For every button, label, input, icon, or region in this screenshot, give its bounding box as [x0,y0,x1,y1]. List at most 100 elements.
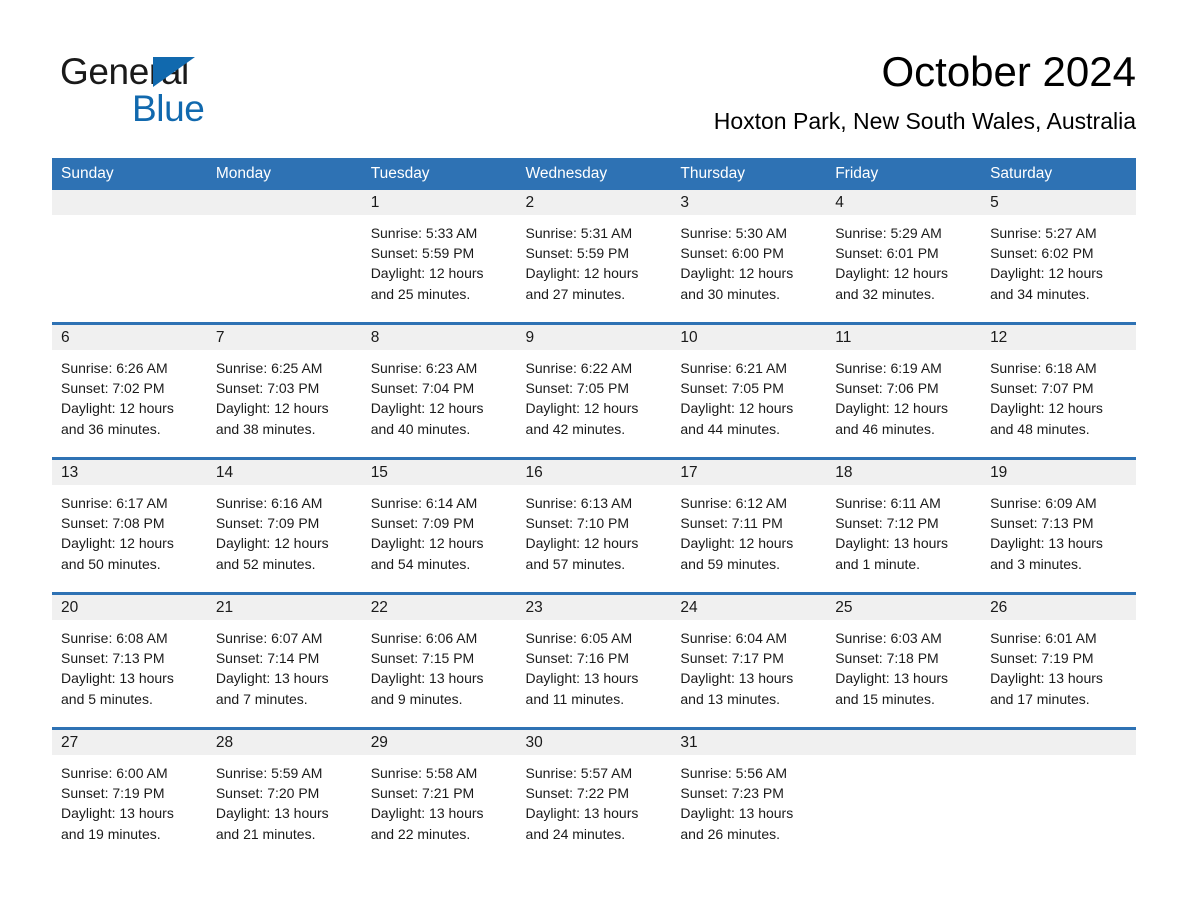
calendar-day-cell[interactable]: 10 Sunrise: 6:21 AM Sunset: 7:05 PM Dayligh… [671,322,827,459]
sunset-text: Sunset: 7:12 PM [835,515,939,532]
calendar-day-cell[interactable]: 5 Sunrise: 5:27 AM Sunset: 6:02 PM Daylight… [981,190,1136,324]
day-number: 21 [215,599,234,616]
day-details [52,215,207,223]
daylight-text-line1: Daylight: 12 hours [61,400,174,417]
day-number: 19 [990,464,1008,481]
sunset-text: Sunset: 7:19 PM [990,650,1094,667]
calendar-day-cell[interactable]: 26 Sunrise: 6:01 AM Sunset: 7:19 PM Dayligh… [981,592,1136,729]
calendar-page: General Blue October 2024 Hoxton Park, N… [0,0,1188,918]
daylight-text-line1: Daylight: 13 hours [215,670,329,687]
calendar-day-cell[interactable]: 7 Sunrise: 6:25 AM Sunset: 7:03 PM Daylight… [206,322,362,459]
calendar-day-cell[interactable]: 22 Sunrise: 6:06 AM Sunset: 7:15 PM Dayligh… [361,592,517,729]
calendar-day-cell[interactable]: 28 Sunrise: 5:59 AM Sunset: 7:20 PM Dayligh… [206,727,362,862]
calendar-day-cell[interactable]: 4 Sunrise: 5:29 AM Sunset: 6:01 PM Daylight… [826,190,982,324]
sunset-text: Sunset: 7:15 PM [370,650,475,667]
general-blue-logo[interactable]: General Blue [60,52,320,136]
day-number-band: 2 [516,190,672,215]
calendar-day-cell[interactable]: 17 Sunrise: 6:12 AM Sunset: 7:11 PM Dayligh… [671,457,827,594]
calendar-day-cell[interactable]: 16 Sunrise: 6:13 AM Sunset: 7:10 PM Dayligh… [516,457,672,594]
daylight-text-line2: and 5 minutes. [61,690,153,707]
day-details: Sunrise: 6:19 AM Sunset: 7:06 PM Daylight:… [826,350,981,439]
calendar-day-cell[interactable]: 27 Sunrise: 6:00 AM Sunset: 7:19 PM Dayligh… [52,727,207,862]
calendar-day-cell[interactable]: 23 Sunrise: 6:05 AM Sunset: 7:16 PM Dayligh… [516,592,672,729]
sunrise-text: Sunrise: 6:25 AM [215,360,323,376]
calendar-day-cell[interactable]: 18 Sunrise: 6:11 AM Sunset: 7:12 PM Dayligh… [826,457,982,594]
daylight-text-line2: and 21 minutes. [215,825,316,842]
daylight-text-line2: and 30 minutes. [680,285,780,302]
day-details: Sunrise: 6:13 AM Sunset: 7:10 PM Daylight:… [517,485,672,574]
calendar-day-cell[interactable]: 2 Sunrise: 5:31 AM Sunset: 5:59 PM Daylight… [516,190,672,324]
calendar-header-row: Sunday Monday Tuesday Wednesday Thursday Frid… [52,158,1136,190]
day-details: Sunrise: 6:01 AM Sunset: 7:19 PM Daylight:… [981,620,1136,709]
calendar-day-cell[interactable]: 21 Sunrise: 6:07 AM Sunset: 7:14 PM Dayligh… [206,592,362,729]
day-number-band: 3 [671,190,827,215]
day-number-band: 9 [516,325,672,350]
day-number-band: 10 [671,325,827,350]
daylight-text-line2: and 9 minutes. [370,690,463,707]
calendar-day-cell[interactable]: 1 Sunrise: 5:33 AM Sunset: 5:59 PM Daylight… [361,190,517,324]
calendar-day-cell[interactable]: 9 Sunrise: 6:22 AM Sunset: 7:05 PM Daylight… [516,322,672,459]
calendar-day-cell[interactable]: 15 Sunrise: 6:14 AM Sunset: 7:09 PM Dayligh… [361,457,517,594]
page-title: October 2024 [881,48,1136,95]
day-number-band: 31 [671,730,827,755]
sunrise-text: Sunrise: 6:18 AM [990,360,1097,376]
calendar-day-cell[interactable]: 29 Sunrise: 5:58 AM Sunset: 7:21 PM Dayligh… [361,727,517,862]
calendar-day-cell-empty [826,727,982,862]
day-details: Sunrise: 5:29 AM Sunset: 6:01 PM Daylight:… [826,215,981,304]
day-details [981,755,1136,763]
calendar-day-cell[interactable]: 25 Sunrise: 6:03 AM Sunset: 7:18 PM Dayligh… [826,592,982,729]
daylight-text-line2: and 54 minutes. [370,555,471,572]
sunset-text: Sunset: 7:11 PM [680,515,783,532]
day-number-band: 17 [671,460,827,485]
daylight-text-line2: and 57 minutes. [525,555,626,572]
day-number-band: 22 [361,595,517,620]
day-details: Sunrise: 5:27 AM Sunset: 6:02 PM Daylight:… [981,215,1136,304]
day-number: 6 [61,329,70,346]
calendar-day-cell[interactable]: 31 Sunrise: 5:56 AM Sunset: 7:23 PM Dayligh… [671,727,827,862]
day-details: Sunrise: 6:26 AM Sunset: 7:02 PM Daylight:… [52,350,207,439]
sunset-text: Sunset: 7:09 PM [215,515,320,532]
day-details: Sunrise: 6:00 AM Sunset: 7:19 PM Daylight:… [52,755,207,844]
daylight-text-line1: Daylight: 13 hours [835,670,949,687]
calendar-day-cell[interactable]: 11 Sunrise: 6:19 AM Sunset: 7:06 PM Dayligh… [826,322,982,459]
sunrise-text: Sunrise: 6:06 AM [370,630,478,646]
calendar-day-cell[interactable]: 24 Sunrise: 6:04 AM Sunset: 7:17 PM Dayligh… [671,592,827,729]
weekday-header-tuesday: Tuesday [361,158,517,190]
day-number-band [981,730,1136,755]
sunset-text: Sunset: 6:00 PM [680,245,784,262]
calendar-day-cell[interactable]: 13 Sunrise: 6:17 AM Sunset: 7:08 PM Dayligh… [52,457,207,594]
calendar-day-cell[interactable]: 3 Sunrise: 5:30 AM Sunset: 6:00 PM Daylight… [671,190,827,324]
calendar-day-cell[interactable]: 8 Sunrise: 6:23 AM Sunset: 7:04 PM Daylight… [361,322,517,459]
sunrise-text: Sunrise: 5:31 AM [525,225,633,241]
weekday-header-saturday: Saturday [981,158,1136,190]
sunset-text: Sunset: 6:02 PM [990,245,1094,262]
day-details: Sunrise: 6:07 AM Sunset: 7:14 PM Daylight:… [207,620,362,709]
day-details: Sunrise: 6:06 AM Sunset: 7:15 PM Daylight:… [362,620,517,709]
day-number-band: 30 [516,730,672,755]
daylight-text-line2: and 34 minutes. [990,285,1090,302]
calendar-day-cell[interactable]: 6 Sunrise: 6:26 AM Sunset: 7:02 PM Daylight… [52,322,207,459]
sunset-text: Sunset: 7:13 PM [990,515,1094,532]
logo-text-blue: Blue [132,88,205,129]
calendar-day-cell[interactable]: 19 Sunrise: 6:09 AM Sunset: 7:13 PM Dayligh… [981,457,1136,594]
day-number-band: 12 [981,325,1136,350]
day-details: Sunrise: 6:05 AM Sunset: 7:16 PM Daylight:… [517,620,672,709]
day-details: Sunrise: 6:04 AM Sunset: 7:17 PM Daylight:… [671,620,826,709]
day-number-band: 7 [206,325,362,350]
weekday-header-thursday: Thursday [671,158,827,190]
day-number: 15 [370,464,388,481]
day-number-band: 8 [361,325,517,350]
sunrise-text: Sunrise: 5:59 AM [215,765,323,781]
calendar-day-cell[interactable]: 20 Sunrise: 6:08 AM Sunset: 7:13 PM Dayligh… [52,592,207,729]
calendar-week-row: 20 Sunrise: 6:08 AM Sunset: 7:13 PM Dayligh… [52,592,1136,729]
sunset-text: Sunset: 7:14 PM [215,650,320,667]
daylight-text-line1: Daylight: 12 hours [680,535,794,552]
daylight-text-line1: Daylight: 12 hours [990,400,1103,417]
calendar-day-cell-empty [206,190,362,324]
calendar-day-cell[interactable]: 30 Sunrise: 5:57 AM Sunset: 7:22 PM Dayligh… [516,727,672,862]
calendar-day-cell-empty [52,190,207,324]
calendar-day-cell[interactable]: 14 Sunrise: 6:16 AM Sunset: 7:09 PM Dayligh… [206,457,362,594]
day-number-band [826,730,982,755]
calendar-day-cell[interactable]: 12 Sunrise: 6:18 AM Sunset: 7:07 PM Dayligh… [981,322,1136,459]
sunset-text: Sunset: 7:19 PM [61,785,165,802]
